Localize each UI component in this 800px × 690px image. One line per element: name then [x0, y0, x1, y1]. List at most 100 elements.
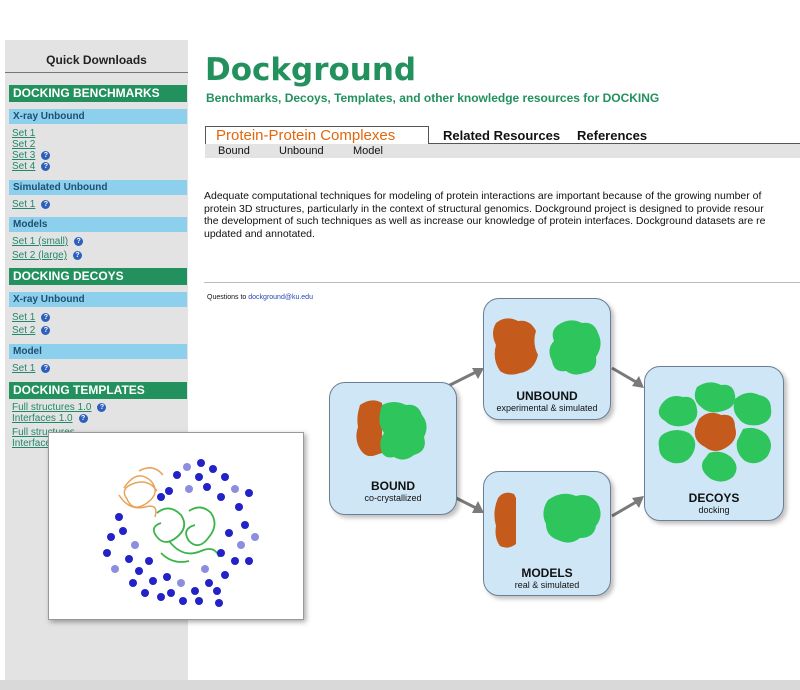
- decoy-sphere: [197, 459, 205, 467]
- decoy-sphere: [131, 541, 139, 549]
- docking-preview-popup: [48, 432, 304, 620]
- docking-molecule-image: [103, 459, 259, 607]
- benchmark-models-set-1-link[interactable]: Set 1 (small): [12, 236, 68, 247]
- contact-email-link[interactable]: dockground@ku.edu: [248, 294, 313, 301]
- decoy-sphere: [179, 597, 187, 605]
- divider: [5, 72, 188, 73]
- decoy-sphere: [215, 599, 223, 607]
- help-icon[interactable]: ?: [41, 199, 51, 209]
- decoy-sphere: [185, 485, 193, 493]
- benchmark-models-set-2-link[interactable]: Set 2 (large): [12, 250, 67, 261]
- decoy-sphere: [177, 579, 185, 587]
- decoy-sphere: [141, 589, 149, 597]
- decoy-sphere: [145, 557, 153, 565]
- decoy-sphere: [213, 587, 221, 595]
- templates-full-structures-link[interactable]: Full structures 1.0: [12, 402, 91, 413]
- decoys-subtitle: docking: [698, 505, 730, 515]
- help-icon[interactable]: ?: [41, 363, 51, 373]
- help-icon[interactable]: ?: [41, 150, 51, 160]
- decoys-xray-set-2-link[interactable]: Set 2: [12, 325, 35, 336]
- decoy-sphere: [245, 557, 253, 565]
- decoy-sphere: [225, 529, 233, 537]
- decoys-title: DECOYS: [688, 491, 740, 505]
- decoys-model-set-1-link[interactable]: Set 1: [12, 363, 35, 374]
- benchmark-models-set-1-row: Set 1 (small)?: [12, 236, 84, 247]
- subheading-model: Model: [9, 344, 187, 359]
- green-ribbon: [152, 506, 220, 563]
- decoy-sphere: [201, 565, 209, 573]
- decoy-sphere: [235, 503, 243, 511]
- decoys-model-set-1-row: Set 1?: [12, 363, 51, 374]
- section-docking-decoys: DOCKING DECOYS: [9, 268, 187, 285]
- decoy-sphere: [125, 555, 133, 563]
- page-title: Dockground: [205, 52, 417, 88]
- subtab-bound[interactable]: Bound: [218, 145, 250, 157]
- decoy-sphere: [221, 571, 229, 579]
- tab-related-resources[interactable]: Related Resources: [443, 128, 560, 143]
- decoy-sphere: [231, 557, 239, 565]
- decoy-sphere: [107, 533, 115, 541]
- help-icon[interactable]: ?: [41, 312, 51, 322]
- models-title: MODELS: [521, 566, 573, 580]
- subheading-simulated-unbound: Simulated Unbound: [9, 180, 187, 195]
- benchmark-xray-set-2-link[interactable]: Set 2: [12, 139, 35, 150]
- decoy-sphere: [237, 541, 245, 549]
- contact-line: Questions to dockground@ku.edu: [207, 294, 313, 301]
- bound-title: BOUND: [371, 479, 415, 493]
- templates-full-structures-row: Full structures 1.0?: [12, 402, 107, 413]
- decoys-xray-set-1-link[interactable]: Set 1: [12, 312, 35, 323]
- decoy-sphere: [195, 473, 203, 481]
- decoy-sphere: [173, 471, 181, 479]
- subtab-model[interactable]: Model: [353, 145, 383, 157]
- decoy-sphere: [245, 489, 253, 497]
- decoy-sphere: [135, 567, 143, 575]
- decoys-xray-set-2-row: Set 2?: [12, 325, 51, 336]
- unbound-proteins-image: [493, 318, 601, 375]
- orange-ribbon: [118, 467, 164, 518]
- intro-line: protein 3D structures, particularly in t…: [204, 202, 764, 215]
- decoy-sphere: [217, 549, 225, 557]
- help-icon[interactable]: ?: [41, 325, 51, 335]
- benchmark-xray-set-4-row: Set 4?: [12, 161, 51, 172]
- templates-interfaces-link[interactable]: Interfaces 1.0: [12, 413, 73, 424]
- browser-bottom-bar: [0, 680, 800, 690]
- benchmark-xray-set-3-link[interactable]: Set 3: [12, 150, 35, 161]
- decoy-sphere: [129, 579, 137, 587]
- help-icon[interactable]: ?: [74, 236, 84, 246]
- decoy-sphere: [167, 589, 175, 597]
- section-docking-benchmarks: DOCKING BENCHMARKS: [9, 85, 187, 102]
- decoy-sphere: [119, 527, 127, 535]
- intro-line: updated and annotated.: [204, 227, 315, 240]
- models-subtitle: real & simulated: [514, 580, 580, 590]
- unbound-box: UNBOUND experimental & simulated: [483, 298, 611, 420]
- bound-subtitle: co-crystallized: [364, 493, 422, 503]
- decoy-sphere: [149, 577, 157, 585]
- help-icon[interactable]: ?: [41, 161, 51, 171]
- contact-prefix: Questions to: [207, 294, 247, 301]
- unbound-title: UNBOUND: [516, 389, 578, 403]
- decoy-sphere: [165, 487, 173, 495]
- decoys-xray-set-1-row: Set 1?: [12, 312, 51, 323]
- help-icon[interactable]: ?: [73, 250, 83, 260]
- decoy-sphere: [111, 565, 119, 573]
- decoy-sphere: [221, 473, 229, 481]
- benchmark-xray-set-3-row: Set 3?: [12, 150, 51, 161]
- subtab-unbound[interactable]: Unbound: [279, 145, 324, 157]
- tab-protein-protein-complexes[interactable]: Protein-Protein Complexes: [205, 126, 429, 144]
- tab-references[interactable]: References: [577, 128, 647, 143]
- benchmark-simulated-set-1-link[interactable]: Set 1: [12, 199, 35, 210]
- decoy-sphere: [209, 465, 217, 473]
- benchmark-xray-set-4-link[interactable]: Set 4: [12, 161, 35, 172]
- templates-interfaces-row: Interfaces 1.0?: [12, 413, 88, 424]
- decoy-sphere: [103, 549, 111, 557]
- decoy-sphere: [241, 521, 249, 529]
- decoy-sphere: [115, 513, 123, 521]
- decoys-box: DECOYS docking: [644, 366, 784, 521]
- help-icon[interactable]: ?: [78, 413, 88, 423]
- decoy-sphere: [195, 597, 203, 605]
- decoy-sphere: [183, 463, 191, 471]
- benchmark-xray-set-1-link[interactable]: Set 1: [12, 128, 35, 139]
- help-icon[interactable]: ?: [97, 402, 107, 412]
- benchmark-models-set-2-row: Set 2 (large)?: [12, 250, 83, 261]
- arrow-icon: [611, 496, 644, 518]
